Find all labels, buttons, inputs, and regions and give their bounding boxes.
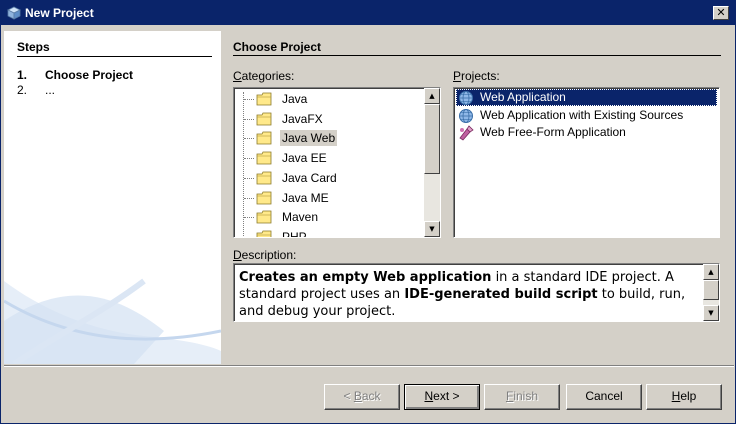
category-item[interactable]: Java EE bbox=[244, 149, 424, 168]
step-label: ... bbox=[45, 83, 56, 97]
cancel-button[interactable]: Cancel bbox=[566, 384, 642, 410]
globe-icon bbox=[459, 91, 473, 105]
category-label: PHP bbox=[282, 229, 307, 238]
scroll-up-button[interactable]: ▲ bbox=[424, 88, 440, 104]
step-number: 2. bbox=[17, 83, 28, 97]
folder-icon bbox=[256, 210, 272, 224]
category-item[interactable]: Java bbox=[244, 90, 424, 109]
back-button[interactable]: < Back bbox=[324, 384, 400, 410]
description-emphasis: IDE-generated build script bbox=[404, 287, 598, 302]
window-title: New Project bbox=[25, 6, 94, 20]
project-label: Web Application bbox=[480, 90, 566, 104]
title-bar[interactable]: New Project ✕ bbox=[1, 1, 735, 25]
category-item[interactable]: Java ME bbox=[244, 189, 424, 208]
category-label: Maven bbox=[282, 210, 319, 225]
scroll-down-button[interactable]: ▼ bbox=[424, 221, 440, 237]
description-scrollbar[interactable]: ▲ ▼ bbox=[703, 264, 719, 321]
category-label: JavaFX bbox=[282, 111, 323, 126]
scroll-up-button[interactable]: ▲ bbox=[703, 264, 719, 280]
category-label: Java ME bbox=[282, 190, 329, 205]
close-button[interactable]: ✕ bbox=[713, 6, 729, 20]
globe-icon bbox=[459, 108, 473, 123]
description-emphasis: Creates an empty Web application bbox=[239, 270, 492, 285]
description-text: Creates an empty Web application in a st… bbox=[239, 269, 699, 320]
step-number: 1. bbox=[17, 68, 28, 82]
categories-scrollbar[interactable]: ▲ ▼ bbox=[424, 88, 440, 237]
project-item[interactable]: Web Free-Form Application bbox=[456, 124, 717, 141]
project-item[interactable]: Web Application bbox=[456, 89, 717, 106]
category-label: Java Card bbox=[282, 170, 337, 185]
projects-label: Projects: bbox=[453, 69, 500, 83]
steps-panel: Steps 1. Choose Project 2.... bbox=[4, 31, 221, 364]
freeform-icon bbox=[459, 125, 474, 141]
folder-icon bbox=[256, 230, 272, 237]
description-label: Description: bbox=[233, 248, 297, 262]
category-item[interactable]: Java Web bbox=[244, 129, 424, 148]
help-button[interactable]: Help bbox=[646, 384, 722, 410]
description-area[interactable]: Creates an empty Web application in a st… bbox=[233, 263, 720, 322]
scroll-thumb[interactable] bbox=[424, 104, 440, 174]
folder-icon bbox=[256, 92, 272, 106]
project-label: Web Free-Form Application bbox=[480, 125, 626, 139]
category-label: Java Web bbox=[280, 130, 338, 147]
projects-list[interactable]: Web Application Web Application with Exis… bbox=[453, 87, 720, 238]
category-label: Java bbox=[282, 92, 308, 106]
folder-icon bbox=[256, 171, 272, 185]
categories-label: Categories: bbox=[233, 69, 295, 83]
scroll-down-button[interactable]: ▼ bbox=[703, 305, 719, 321]
page-heading: Choose Project bbox=[233, 40, 322, 54]
folder-icon bbox=[256, 191, 272, 204]
category-item[interactable]: PHP bbox=[244, 228, 424, 238]
app-cube-icon bbox=[7, 6, 21, 20]
finish-button[interactable]: Finish bbox=[484, 384, 560, 410]
close-icon: ✕ bbox=[716, 6, 726, 19]
step-item-2: 2.... bbox=[17, 83, 55, 97]
categories-tree[interactable]: Java JavaFX Java Web Java EE Java Card Java M… bbox=[233, 87, 441, 238]
button-bar-divider bbox=[4, 365, 734, 367]
category-label: Java EE bbox=[282, 151, 327, 166]
category-item[interactable]: Maven bbox=[244, 208, 424, 227]
project-item[interactable]: Web Application with Existing Sources bbox=[456, 107, 717, 124]
heading-divider bbox=[233, 55, 721, 56]
category-item[interactable]: Java Card bbox=[244, 169, 424, 188]
category-item[interactable]: JavaFX bbox=[244, 110, 424, 129]
scroll-thumb[interactable] bbox=[703, 280, 719, 300]
next-button[interactable]: Next > bbox=[404, 384, 480, 410]
folder-icon bbox=[256, 151, 272, 165]
steps-title: Steps bbox=[17, 40, 50, 54]
folder-icon bbox=[256, 131, 272, 145]
step-item-1: 1. Choose Project bbox=[17, 68, 133, 82]
project-label: Web Application with Existing Sources bbox=[480, 107, 684, 122]
new-project-dialog: New Project ✕ Steps 1. Choose Project 2..… bbox=[0, 0, 736, 424]
step-label: Choose Project bbox=[45, 68, 134, 82]
steps-divider bbox=[17, 56, 212, 57]
folder-icon bbox=[256, 112, 272, 126]
